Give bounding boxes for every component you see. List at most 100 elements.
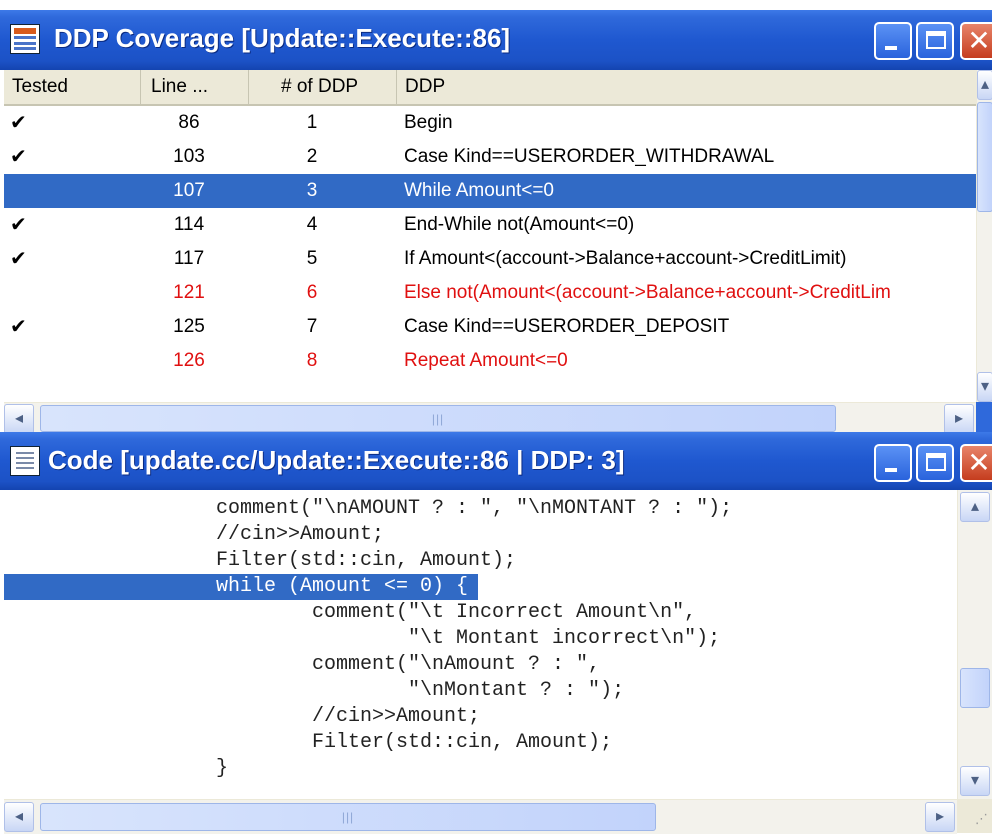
ddp-description-cell: Repeat Amount<=0 xyxy=(404,350,568,371)
column-header-ddp[interactable]: DDP xyxy=(397,70,976,104)
scroll-thumb[interactable] xyxy=(977,102,992,212)
minimize-icon xyxy=(885,468,897,472)
scroll-right-button[interactable]: ▸ xyxy=(944,404,974,432)
chevron-right-icon: ▸ xyxy=(935,808,945,825)
highlighted-code-line: while (Amount <= 0) { xyxy=(4,574,479,600)
scroll-left-button[interactable]: ◂ xyxy=(4,802,34,832)
code-line: //cin>>Amount; xyxy=(216,523,385,546)
scroll-thumb[interactable]: ||| xyxy=(40,405,836,432)
scroll-left-button[interactable]: ◂ xyxy=(4,404,34,432)
code-line: } xyxy=(216,757,229,780)
scroll-up-button[interactable]: ▴ xyxy=(977,70,992,100)
close-icon: ✕ xyxy=(967,447,991,478)
ddp-coverage-window: DDP Coverage [Update::Execute::86] ✕ Tes… xyxy=(0,0,992,432)
chevron-up-icon: ▴ xyxy=(970,498,980,515)
tested-check-cell: ✔ xyxy=(10,316,27,338)
table-row[interactable]: 121 6 Else not(Amount<(account->Balance+ac… xyxy=(4,276,976,310)
ddp-description-cell: Case Kind==USERORDER_DEPOSIT xyxy=(404,316,730,337)
table-row[interactable]: ✔ 125 7 Case Kind==USERORDER_DEPOSIT xyxy=(4,310,976,344)
code-horizontal-scrollbar[interactable]: ◂ ||| ▸ xyxy=(4,799,957,834)
ddp-number-cell: 1 xyxy=(306,112,318,133)
scroll-down-button[interactable]: ▾ xyxy=(977,372,992,402)
ddp-number-cell: 4 xyxy=(306,214,318,235)
line-cell: 107 xyxy=(173,180,205,201)
code-title-bar[interactable]: Code [update.cc/Update::Execute::86 | DD… xyxy=(0,432,992,490)
coverage-maximize-button[interactable] xyxy=(916,22,954,60)
code-window: Code [update.cc/Update::Execute::86 | DD… xyxy=(0,432,992,837)
code-maximize-button[interactable] xyxy=(916,444,954,482)
code-editor[interactable]: comment("\nAMOUNT ? : ", "\nMONTANT ? : … xyxy=(4,490,957,799)
code-line: comment("\nAmount ? : ", xyxy=(216,653,601,676)
table-row[interactable]: ✔ 114 4 End-While not(Amount<=0) xyxy=(4,208,976,242)
ddp-list-view[interactable]: Tested Line ... # of DDP DDP ✔ 86 1 Begin ✔ 1… xyxy=(4,70,976,402)
scroll-thumb[interactable] xyxy=(960,668,990,708)
code-vertical-scrollbar[interactable]: ▴ ▾ xyxy=(957,490,992,799)
chevron-up-icon: ▴ xyxy=(980,76,990,93)
table-row[interactable]: 126 8 Repeat Amount<=0 xyxy=(4,344,976,378)
table-row[interactable]: 107 3 While Amount<=0 xyxy=(4,174,976,208)
code-minimize-button[interactable] xyxy=(874,444,912,482)
ddp-number-cell: 5 xyxy=(306,248,318,269)
tested-check-cell: ✔ xyxy=(10,146,27,168)
code-line: Filter(std::cin, Amount); xyxy=(216,549,517,572)
ddp-description-cell: End-While not(Amount<=0) xyxy=(404,214,635,235)
ddp-number-cell: 3 xyxy=(306,180,318,201)
code-line: "\nMontant ? : "); xyxy=(216,679,625,702)
resize-grip[interactable]: ⋰ xyxy=(957,799,992,833)
minimize-icon xyxy=(885,46,897,50)
table-row[interactable]: ✔ 103 2 Case Kind==USERORDER_WITHDRAWAL xyxy=(4,140,976,174)
coverage-close-button[interactable]: ✕ xyxy=(960,22,992,60)
line-cell: 121 xyxy=(173,282,205,303)
line-cell: 117 xyxy=(173,248,205,269)
code-line: comment("\nAMOUNT ? : ", "\nMONTANT ? : … xyxy=(216,497,733,520)
tested-check-cell xyxy=(10,276,40,310)
coverage-minimize-button[interactable] xyxy=(874,22,912,60)
scroll-down-button[interactable]: ▾ xyxy=(960,766,990,796)
scroll-thumb[interactable]: ||| xyxy=(40,803,656,831)
coverage-title-bar[interactable]: DDP Coverage [Update::Execute::86] ✕ xyxy=(0,10,992,70)
column-header-tested[interactable]: Tested xyxy=(4,70,141,104)
scroll-right-button[interactable]: ▸ xyxy=(925,802,955,832)
ddp-description-cell: Begin xyxy=(404,112,453,133)
code-line: "\t Montant incorrect\n"); xyxy=(216,627,721,650)
thumb-grip-icon: ||| xyxy=(341,810,355,824)
resize-grip-icon: ⋰ xyxy=(975,811,988,826)
close-icon: ✕ xyxy=(967,25,991,56)
line-cell: 126 xyxy=(173,350,205,371)
tested-check-cell xyxy=(10,344,40,378)
code-line: //cin>>Amount; xyxy=(216,705,481,728)
line-cell: 114 xyxy=(173,214,205,235)
tested-check-cell: ✔ xyxy=(10,248,27,270)
line-cell: 103 xyxy=(173,146,205,167)
coverage-window-icon xyxy=(10,24,40,54)
coverage-vertical-scrollbar[interactable]: ▴ ▾ xyxy=(976,70,992,402)
scroll-up-button[interactable]: ▴ xyxy=(960,492,990,522)
line-cell: 86 xyxy=(178,112,200,133)
line-cell: 125 xyxy=(173,316,205,337)
table-row[interactable]: ✔ 86 1 Begin xyxy=(4,106,976,140)
coverage-horizontal-scrollbar[interactable]: ◂ ||| ▸ xyxy=(4,402,976,432)
ddp-description-cell: Case Kind==USERORDER_WITHDRAWAL xyxy=(404,146,775,167)
tested-check-cell: ✔ xyxy=(10,214,27,236)
code-close-button[interactable]: ✕ xyxy=(960,444,992,482)
ddp-number-cell: 7 xyxy=(306,316,318,337)
column-header-num-ddp[interactable]: # of DDP xyxy=(249,70,397,104)
ddp-description-cell: If Amount<(account->Balance+account->Cre… xyxy=(404,248,847,269)
code-window-title: Code [update.cc/Update::Execute::86 | DD… xyxy=(48,445,625,475)
thumb-grip-icon: ||| xyxy=(431,411,445,426)
list-header: Tested Line ... # of DDP DDP xyxy=(4,70,976,106)
ddp-number-cell: 6 xyxy=(306,282,318,303)
tested-check-cell xyxy=(10,174,40,208)
table-row[interactable]: ✔ 117 5 If Amount<(account->Balance+account… xyxy=(4,242,976,276)
chevron-down-icon: ▾ xyxy=(980,378,990,395)
ddp-number-cell: 8 xyxy=(306,350,318,371)
ddp-description-cell: Else not(Amount<(account->Balance+accoun… xyxy=(404,282,891,303)
column-header-line[interactable]: Line ... xyxy=(141,70,249,104)
maximize-icon xyxy=(926,453,946,471)
chevron-down-icon: ▾ xyxy=(970,772,980,789)
code-line: comment("\t Incorrect Amount\n", xyxy=(216,601,697,624)
ddp-description-cell: While Amount<=0 xyxy=(404,180,554,201)
ddp-number-cell: 2 xyxy=(306,146,318,167)
coverage-window-title: DDP Coverage [Update::Execute::86] xyxy=(54,23,511,53)
document-icon xyxy=(10,446,40,476)
